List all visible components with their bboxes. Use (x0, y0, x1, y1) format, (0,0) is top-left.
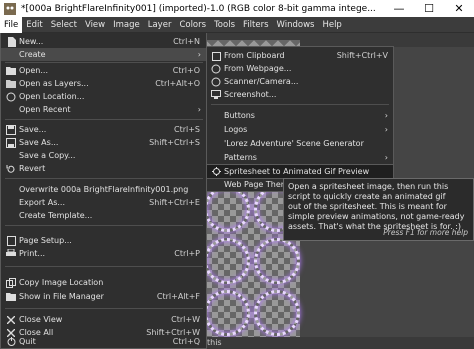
menu-item-open-as-layers[interactable]: Open as Layers... Ctrl+Alt+O (1, 77, 206, 90)
menu-separator (5, 62, 203, 63)
menu-item-copy-image-location[interactable]: Copy Image Location (1, 276, 206, 289)
menu-item-quit[interactable]: Quit Ctrl+Q (1, 335, 206, 347)
menu-item-close-view[interactable]: Close View Ctrl+W (1, 313, 206, 326)
menu-item-open-recent[interactable]: Open Recent › (1, 103, 206, 116)
revert-icon (5, 163, 17, 175)
menu-item-create[interactable]: Create › (1, 48, 206, 61)
tooltip-help-hint: Press F1 for more help (383, 228, 468, 237)
close-button[interactable]: ✕ (444, 0, 474, 17)
menu-item-page-setup[interactable]: Page Setup... (1, 234, 206, 247)
menu-separator (5, 225, 203, 226)
chevron-right-icon: › (384, 153, 388, 162)
submenu-item-from-clipboard[interactable]: From Clipboard Shift+Ctrl+V (207, 49, 393, 62)
menu-separator (5, 308, 203, 309)
webpage-icon (210, 63, 222, 75)
minimize-button[interactable]: — (384, 0, 414, 17)
save-as-icon (5, 137, 17, 149)
menu-item-overwrite[interactable]: Overwrite 000a BrightFlareInfinity001.pn… (1, 183, 206, 196)
menu-separator (211, 104, 389, 105)
chevron-right-icon: › (197, 105, 201, 114)
menu-view[interactable]: View (81, 17, 109, 33)
submenu-item-lorez-adventure[interactable]: 'Lorez Adventure' Scene Generator (207, 137, 393, 150)
menu-item-print[interactable]: Print... Ctrl+P (1, 247, 206, 260)
print-icon (5, 248, 17, 260)
close-view-icon (5, 314, 17, 326)
menu-item-revert[interactable]: Revert (1, 162, 206, 175)
menu-item-save-as[interactable]: Save As... Shift+Ctrl+S (1, 136, 206, 149)
script-icon (210, 166, 222, 178)
file-manager-icon (5, 291, 17, 303)
menu-filters[interactable]: Filters (239, 17, 272, 33)
menu-item-export-as[interactable]: Export As... Shift+Ctrl+E (1, 196, 206, 209)
maximize-button[interactable]: ☐ (414, 0, 444, 17)
menu-help[interactable]: Help (318, 17, 345, 33)
file-menu: New... Ctrl+N Create › Open... Ctrl+O Op… (0, 33, 207, 349)
menu-edit[interactable]: Edit (22, 17, 46, 33)
menu-item-save[interactable]: Save... Ctrl+S (1, 123, 206, 136)
menu-item-new[interactable]: New... Ctrl+N (1, 35, 206, 48)
menu-separator (5, 178, 203, 179)
menu-item-save-a-copy[interactable]: Save a Copy... (1, 149, 206, 162)
window-title: *[000a BrightFlareInfinity001] (imported… (21, 3, 376, 14)
copy-location-icon (5, 277, 17, 289)
menu-windows[interactable]: Windows (273, 17, 319, 33)
chevron-right-icon: › (384, 125, 388, 134)
quit-icon (5, 335, 17, 347)
submenu-item-logos[interactable]: Logos › (207, 123, 393, 136)
tooltip-text: Open a spritesheet image, then run this … (288, 182, 465, 231)
menu-colors[interactable]: Colors (175, 17, 210, 33)
menu-separator (5, 266, 203, 267)
menu-item-create-template[interactable]: Create Template... (1, 209, 206, 222)
save-icon (5, 124, 17, 136)
submenu-item-buttons[interactable]: Buttons › (207, 109, 393, 122)
submenu-item-scanner-camera[interactable]: Scanner/Camera... (207, 75, 393, 88)
menu-layer[interactable]: Layer (144, 17, 176, 33)
title-bar: *[000a BrightFlareInfinity001] (imported… (0, 0, 474, 17)
gimp-window: *[000a BrightFlareInfinity001] (imported… (0, 0, 474, 349)
page-setup-icon (5, 235, 17, 247)
submenu-item-screenshot[interactable]: Screenshot... (207, 88, 393, 101)
gimp-app-icon (3, 2, 17, 16)
status-bar: this (200, 337, 474, 349)
menu-item-open-location[interactable]: Open Location... (1, 90, 206, 103)
menu-bar: File Edit Select View Image Layer Colors… (0, 16, 474, 33)
submenu-item-patterns[interactable]: Patterns › (207, 151, 393, 164)
chevron-right-icon: › (197, 50, 201, 59)
chevron-right-icon: › (384, 111, 388, 120)
new-file-icon (5, 36, 17, 48)
location-icon (5, 91, 17, 103)
menu-item-open[interactable]: Open... Ctrl+O (1, 64, 206, 77)
tooltip: Open a spritesheet image, then run this … (283, 178, 474, 241)
sprite-frame (254, 290, 300, 336)
create-submenu: From Clipboard Shift+Ctrl+V From Webpage… (206, 46, 394, 192)
open-icon (5, 65, 17, 77)
screenshot-icon (210, 89, 222, 101)
sprite-frame (254, 238, 300, 284)
open-layers-icon (5, 78, 17, 90)
sprite-frame (204, 186, 250, 232)
menu-tools[interactable]: Tools (210, 17, 239, 33)
submenu-item-spritesheet-gif[interactable]: Spritesheet to Animated Gif Preview (206, 164, 394, 179)
clipboard-icon (210, 50, 222, 62)
sprite-frame (204, 238, 250, 284)
submenu-item-from-webpage[interactable]: From Webpage... (207, 62, 393, 75)
scanner-icon (210, 76, 222, 88)
menu-item-show-in-file-manager[interactable]: Show in File Manager Ctrl+Alt+F (1, 290, 206, 303)
menu-select[interactable]: Select (47, 17, 81, 33)
menu-file[interactable]: File (0, 16, 23, 33)
sprite-frame (204, 290, 250, 336)
menu-image[interactable]: Image (109, 17, 144, 33)
menu-separator (5, 119, 203, 120)
